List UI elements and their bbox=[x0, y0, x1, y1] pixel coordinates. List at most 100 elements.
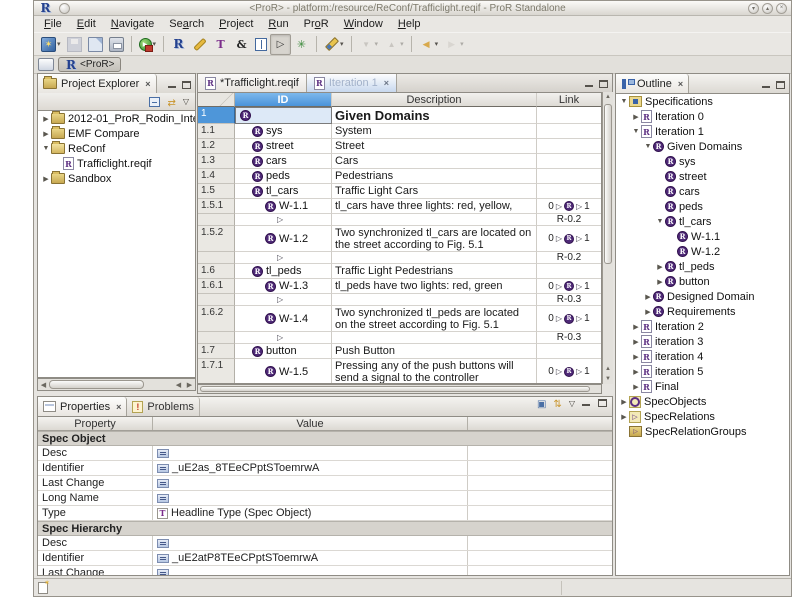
maximize-editor-icon[interactable] bbox=[599, 80, 608, 88]
tree-item-reconf[interactable]: ▼ReConf bbox=[38, 141, 195, 156]
tree-item-iteration-5[interactable]: ▶iteration 5 bbox=[616, 364, 789, 379]
id-cell[interactable]: tl_cars bbox=[235, 184, 332, 199]
expand-arrow-icon[interactable]: ▶ bbox=[631, 113, 641, 121]
run-button[interactable]: ▾ bbox=[136, 35, 160, 54]
collapse-arrow-icon[interactable]: ▼ bbox=[655, 218, 665, 225]
id-cell[interactable]: ▷ bbox=[235, 294, 332, 306]
close-icon[interactable]: × bbox=[678, 79, 683, 89]
tab-problems[interactable]: Problems bbox=[127, 397, 199, 416]
link-cell[interactable]: 0▷▷1 bbox=[537, 359, 601, 384]
collapse-all-icon[interactable] bbox=[149, 97, 160, 107]
scrollbar-thumb[interactable] bbox=[604, 104, 612, 264]
spec-row-1.5.2[interactable]: 1.5.2W-1.2Two synchronized tl_cars are l… bbox=[198, 226, 601, 252]
close-icon[interactable]: × bbox=[116, 402, 121, 412]
chevron-down-icon[interactable]: ▾ bbox=[435, 40, 439, 48]
id-cell[interactable]: tl_peds bbox=[235, 264, 332, 279]
id-cell[interactable]: peds bbox=[235, 169, 332, 184]
description-cell[interactable]: tl_peds have two lights: red, green bbox=[332, 279, 537, 294]
row-number-cell[interactable]: 1.6.1 bbox=[198, 279, 235, 294]
description-cell[interactable]: Cars bbox=[332, 154, 537, 169]
row-number-cell[interactable]: 1.5.1 bbox=[198, 199, 235, 214]
perspective-tab-pror[interactable]: <ProR> bbox=[58, 57, 121, 72]
minimize-view-icon[interactable] bbox=[762, 81, 771, 89]
property-value-cell[interactable] bbox=[153, 446, 468, 460]
menu-file[interactable]: File bbox=[44, 18, 62, 30]
spec-row-1.6.2[interactable]: 1.6.2W-1.4Two synchronized tl_peds are l… bbox=[198, 306, 601, 332]
project-explorer-hscrollbar[interactable]: ◀ ◀ ▶ bbox=[37, 378, 196, 391]
tree-item-w-1-2[interactable]: W-1.2 bbox=[616, 244, 789, 259]
tree-item-trafficlight-reqif[interactable]: Trafficlight.reqif bbox=[38, 156, 195, 171]
menu-help[interactable]: Help bbox=[398, 18, 421, 30]
link-cell[interactable]: 0▷▷1 bbox=[537, 306, 601, 332]
editor-vscrollbar[interactable]: ▲ ▲ ▼ bbox=[602, 92, 613, 384]
gear-button[interactable] bbox=[291, 34, 312, 55]
play-button[interactable] bbox=[270, 34, 291, 55]
id-cell[interactable]: street bbox=[235, 139, 332, 154]
id-cell[interactable]: cars bbox=[235, 154, 332, 169]
spec-row-1.5.1[interactable]: 1.5.1W-1.1tl_cars have three lights: red… bbox=[198, 199, 601, 214]
description-cell[interactable]: Given Domains bbox=[332, 107, 537, 124]
maximize-view-icon[interactable] bbox=[182, 81, 191, 89]
scrollbar-thumb[interactable] bbox=[200, 386, 590, 392]
description-cell[interactable] bbox=[332, 294, 537, 306]
menu-pror[interactable]: ProR bbox=[304, 18, 329, 30]
id-cell[interactable]: ▷ bbox=[235, 332, 332, 344]
minimize-view-icon[interactable] bbox=[168, 81, 177, 89]
collapse-arrow-icon[interactable]: ▼ bbox=[41, 145, 51, 152]
table-corner-cell[interactable] bbox=[198, 93, 235, 107]
row-number-cell[interactable] bbox=[198, 252, 235, 264]
property-value-cell[interactable] bbox=[153, 566, 468, 576]
collapse-arrow-icon[interactable]: ▼ bbox=[619, 98, 629, 105]
amp-button[interactable] bbox=[231, 34, 252, 55]
tree-item-specrelations[interactable]: ▶SpecRelations bbox=[616, 409, 789, 424]
link-cell[interactable]: R-0.2 bbox=[537, 214, 601, 226]
tree-item-given-domains[interactable]: ▼Given Domains bbox=[616, 139, 789, 154]
row-number-cell[interactable]: 1.5.2 bbox=[198, 226, 235, 252]
tree-item-button[interactable]: ▶button bbox=[616, 274, 789, 289]
description-cell[interactable]: Pressing any of the push buttons will se… bbox=[332, 359, 537, 384]
description-cell[interactable]: tl_cars have three lights: red, yellow, … bbox=[332, 199, 537, 214]
link-cell[interactable]: R-0.3 bbox=[537, 294, 601, 306]
tree-item-sys[interactable]: sys bbox=[616, 154, 789, 169]
spec-row-1.5[interactable]: 1.5tl_carsTraffic Light Cars bbox=[198, 184, 601, 199]
expand-arrow-icon[interactable]: ▶ bbox=[643, 293, 653, 301]
relation-row[interactable]: ▷ R-0.2 bbox=[198, 214, 601, 226]
view-menu-icon[interactable]: ▽ bbox=[569, 399, 575, 408]
row-number-cell[interactable]: 1.2 bbox=[198, 139, 235, 154]
column-header-description[interactable]: Description bbox=[332, 93, 537, 107]
property-row-desc[interactable]: Desc bbox=[38, 536, 612, 551]
tab-properties[interactable]: Properties × bbox=[38, 397, 127, 416]
row-number-cell[interactable]: 1.3 bbox=[198, 154, 235, 169]
id-cell[interactable]: W-1.2 bbox=[235, 226, 332, 252]
description-cell[interactable]: Push Button bbox=[332, 344, 537, 359]
tree-item-iteration-0[interactable]: ▶Iteration 0 bbox=[616, 109, 789, 124]
maximize-view-icon[interactable] bbox=[776, 81, 785, 89]
spec-row-1.7.1[interactable]: 1.7.1W-1.5Pressing any of the push butto… bbox=[198, 359, 601, 384]
tree-item-iteration-4[interactable]: ▶iteration 4 bbox=[616, 349, 789, 364]
tree-item-requirements[interactable]: ▶Requirements bbox=[616, 304, 789, 319]
id-cell[interactable]: sys bbox=[235, 124, 332, 139]
id-cell[interactable]: W-1.3 bbox=[235, 279, 332, 294]
expand-arrow-icon[interactable]: ▶ bbox=[619, 413, 629, 421]
scroll-up2-icon[interactable]: ▲ bbox=[603, 364, 613, 374]
property-value-cell[interactable] bbox=[153, 536, 468, 550]
tree-item-tl-cars[interactable]: ▼tl_cars bbox=[616, 214, 789, 229]
sort-properties-icon[interactable] bbox=[553, 394, 561, 412]
link-cell[interactable] bbox=[537, 124, 601, 139]
id-cell[interactable] bbox=[235, 107, 332, 124]
expand-arrow-icon[interactable]: ▶ bbox=[631, 353, 641, 361]
collapse-arrow-icon[interactable]: ▼ bbox=[631, 128, 641, 135]
tab-outline[interactable]: Outline × bbox=[616, 74, 689, 93]
export-button[interactable] bbox=[85, 34, 106, 55]
column-header-property[interactable]: Property bbox=[38, 417, 153, 430]
relation-arrow-icon[interactable]: ▷ bbox=[277, 215, 283, 224]
relation-row[interactable]: ▷R-0.2 bbox=[198, 252, 601, 264]
search-button[interactable]: ▾ bbox=[321, 34, 347, 55]
description-cell[interactable]: Two synchronized tl_cars are located on … bbox=[332, 226, 537, 252]
tree-item-designed-domain[interactable]: ▶Designed Domain bbox=[616, 289, 789, 304]
chevron-down-icon[interactable]: ▾ bbox=[400, 40, 404, 48]
spec-row-1.1[interactable]: 1.1sysSystem bbox=[198, 124, 601, 139]
tree-item-specobjects[interactable]: ▶SpecObjects bbox=[616, 394, 789, 409]
close-icon[interactable]: × bbox=[145, 79, 150, 89]
menu-run[interactable]: Run bbox=[268, 18, 288, 30]
